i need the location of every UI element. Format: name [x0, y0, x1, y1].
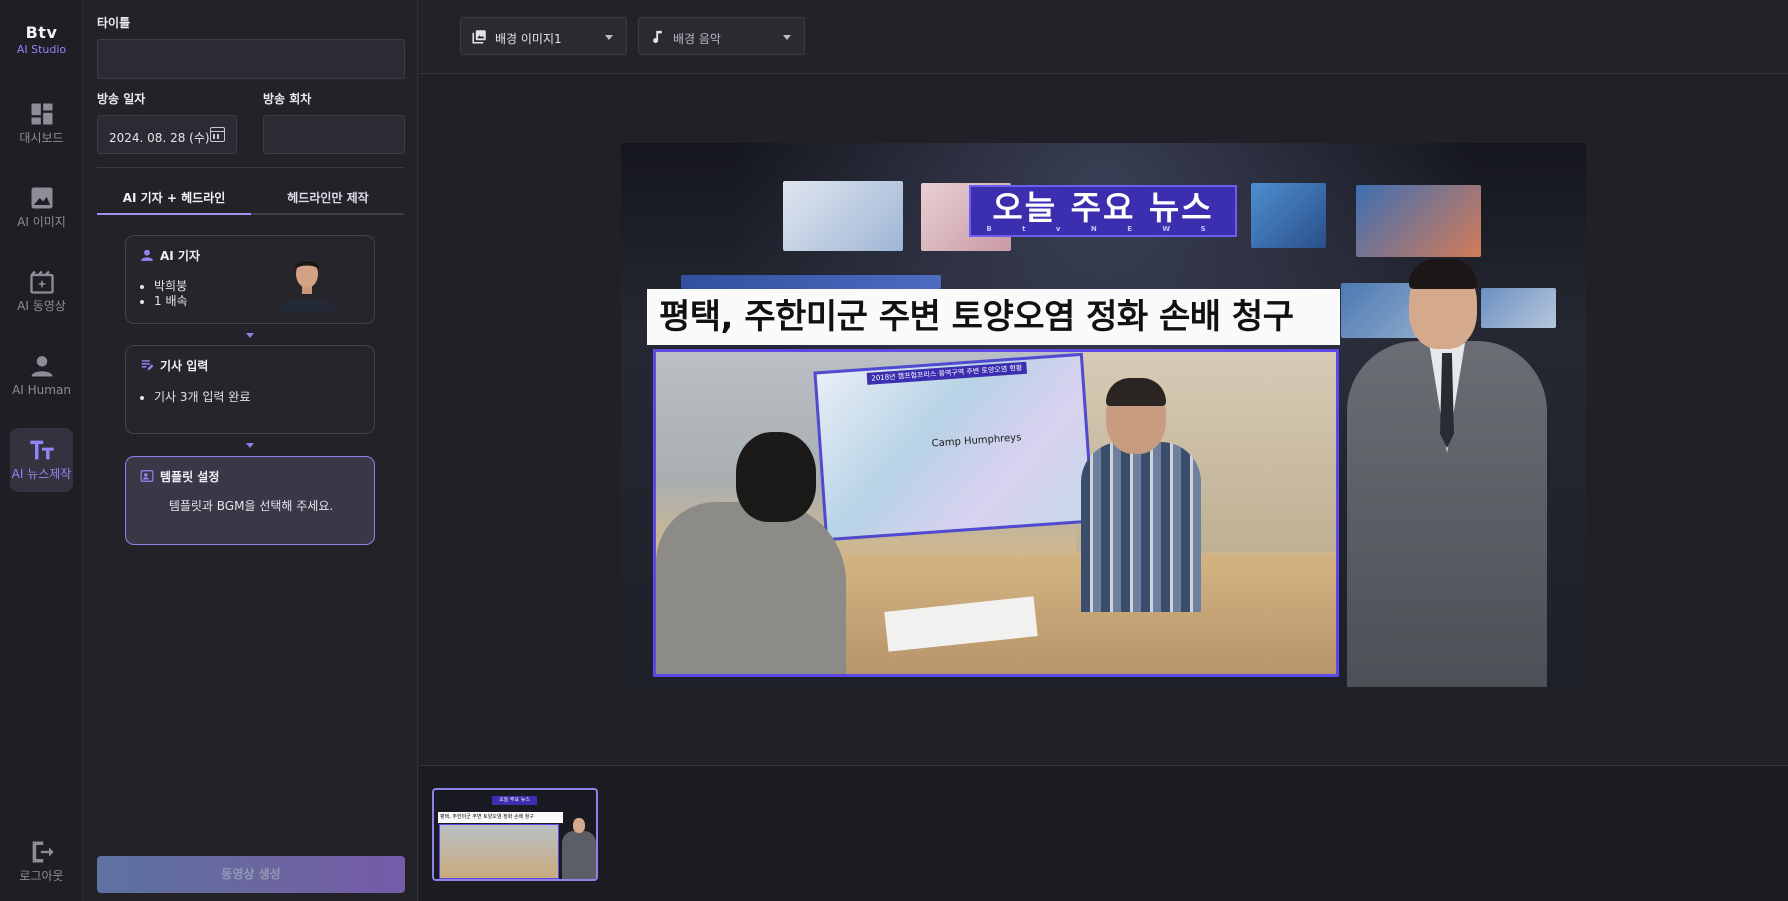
nav-label: AI 동영상 [17, 299, 66, 313]
generate-video-button[interactable]: 동영상 생성 [97, 856, 405, 893]
news-photo: 2018년 캠프험프리스 용역구역 주변 토양오염 현황 Camp Humphr… [653, 349, 1339, 677]
product-name: AI Studio [16, 43, 67, 56]
reporter-details: 박희붕 1 배속 [154, 279, 188, 309]
article-status: 기사 3개 입력 완료 [154, 390, 250, 405]
reporter-speed: 1 배속 [154, 294, 188, 309]
news-subtitle: B t v N E W S [986, 225, 1220, 233]
nav-item-ai-human[interactable]: AI Human [10, 344, 73, 408]
nav-item-ai-news[interactable]: AI 뉴스제작 [10, 428, 73, 492]
thumbnail-title: 오늘 주요 뉴스 [492, 796, 537, 805]
nav-item-ai-video[interactable]: AI 동영상 [10, 260, 73, 324]
date-picker[interactable]: 2024. 08. 28 (수) [97, 115, 237, 154]
title-label: 타이틀 [97, 16, 131, 30]
step-card-reporter[interactable]: AI 기자 박희붕 1 배속 [125, 235, 375, 324]
image-stack-icon [472, 30, 486, 44]
nav-label: AI Human [12, 383, 71, 397]
thumbnail-strip [419, 765, 1788, 901]
image-icon [31, 187, 52, 209]
map-title: 2018년 캠프험프리스 용역구역 주변 토양오염 현황 [866, 361, 1028, 385]
tab-active-indicator [97, 213, 251, 215]
chevron-down-icon [605, 35, 613, 40]
template-description: 템플릿과 BGM을 선택해 주세요. [168, 499, 334, 513]
scene-thumbnail[interactable]: 오늘 주요 뉴스 평택, 주한미군 주변 토양오염 정화 손배 청구 [432, 788, 598, 881]
logout-label: 로그아웃 [19, 869, 64, 883]
tab-reporter-headline[interactable]: AI 기자 + 헤드라인 [97, 181, 251, 215]
step-arrow-icon [246, 333, 254, 338]
step-card-template[interactable]: 템플릿 설정 템플릿과 BGM을 선택해 주세요. [125, 456, 375, 545]
step-title: 템플릿 설정 [140, 468, 219, 485]
background-music-value: 배경 음악 [673, 32, 721, 46]
date-value: 2024. 08. 28 (수) [109, 131, 210, 145]
nav-label: AI 뉴스제작 [11, 467, 72, 481]
person-icon [141, 249, 153, 261]
step-card-article[interactable]: 기사 입력 기사 3개 입력 완료 [125, 345, 375, 434]
chevron-down-icon [783, 35, 791, 40]
news-title-banner: 오늘 주요 뉴스 B t v N E W S [969, 185, 1237, 237]
step-title: AI 기자 [140, 247, 200, 264]
thumbnail-anchor [562, 818, 596, 879]
background-music-select[interactable]: 배경 음악 [638, 17, 805, 55]
step-title-text: 템플릿 설정 [160, 470, 220, 484]
map-label: Camp Humphreys [931, 432, 1022, 450]
studio-screen [1251, 183, 1326, 248]
text-size-icon [29, 440, 54, 460]
template-icon [140, 470, 154, 482]
nav-item-ai-image[interactable]: AI 이미지 [10, 176, 73, 240]
edit-notes-icon [141, 360, 154, 371]
person-seated-left [656, 432, 846, 674]
background-image-value: 배경 이미지1 [495, 32, 562, 46]
video-icon [29, 270, 54, 294]
thumbnail-headline: 평택, 주한미군 주변 토양오염 정화 손배 청구 [438, 812, 563, 823]
news-title: 오늘 주요 뉴스 [992, 188, 1214, 227]
studio-screen [783, 181, 903, 251]
nav-item-dashboard[interactable]: 대시보드 [10, 92, 73, 156]
map-board: 2018년 캠프험프리스 용역구역 주변 토양오염 현황 Camp Humphr… [813, 352, 1095, 542]
title-input[interactable] [97, 39, 405, 79]
studio-screen [681, 275, 941, 289]
person-icon [31, 356, 52, 377]
step-arrow-icon [246, 443, 254, 448]
brand-logo[interactable]: Btv AI Studio [0, 24, 83, 57]
person-seated-right [1081, 378, 1201, 632]
divider [97, 167, 404, 168]
brand-name: Btv [25, 23, 58, 42]
logout-button[interactable]: 로그아웃 [10, 830, 73, 894]
episode-label: 방송 회차 [263, 92, 312, 106]
thumbnail-photo [439, 824, 559, 879]
news-headline: 평택, 주한미군 주변 토양오염 정화 손배 청구 [647, 289, 1340, 345]
music-note-icon [653, 30, 662, 43]
studio-screen [1356, 185, 1481, 257]
reporter-name: 박희붕 [154, 279, 188, 294]
date-label: 방송 일자 [97, 92, 146, 106]
calendar-icon [210, 127, 225, 142]
ai-anchor [1347, 259, 1547, 687]
settings-panel: 타이틀 방송 일자 2024. 08. 28 (수) 방송 회차 AI 기자 +… [83, 0, 418, 901]
nav-rail: Btv AI Studio 대시보드 AI 이미지 AI 동영상 AI Huma… [0, 0, 83, 901]
nav-label: 대시보드 [19, 131, 64, 145]
step-title-text: 기사 입력 [160, 359, 209, 373]
tab-headline-only[interactable]: 헤드라인만 제작 [251, 181, 405, 215]
logout-icon [32, 841, 54, 863]
background-image-select[interactable]: 배경 이미지1 [460, 17, 627, 55]
video-preview[interactable]: 오늘 주요 뉴스 B t v N E W S 평택, 주한미군 주변 토양오염 … [621, 143, 1586, 687]
episode-input[interactable] [263, 115, 405, 154]
step-title-text: AI 기자 [160, 249, 201, 263]
nav-label: AI 이미지 [17, 215, 66, 229]
dashboard-icon [31, 103, 52, 125]
reporter-avatar [278, 260, 336, 312]
article-details: 기사 3개 입력 완료 [154, 390, 250, 405]
step-title: 기사 입력 [140, 357, 208, 374]
